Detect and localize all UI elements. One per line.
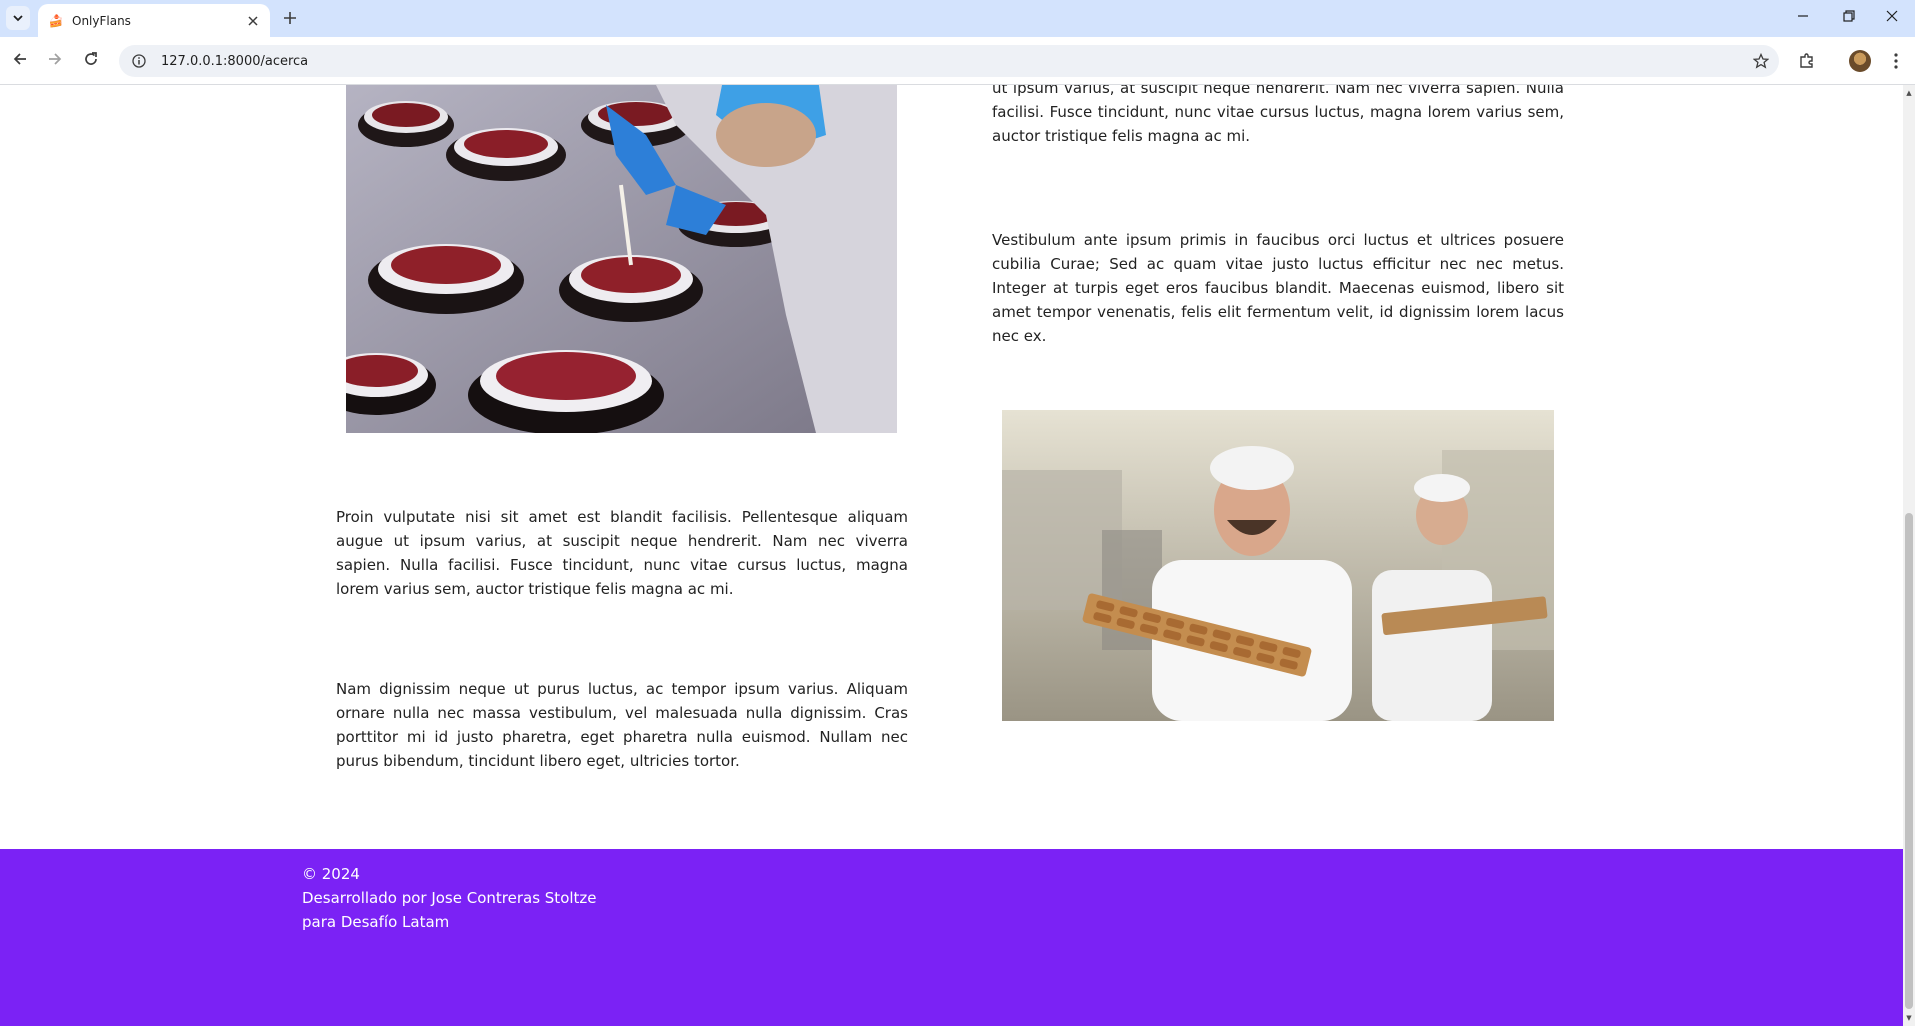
tab-title: OnlyFlans bbox=[72, 13, 131, 28]
footer-copyright: © 2024 bbox=[302, 865, 360, 883]
restore-button[interactable] bbox=[1826, 0, 1872, 36]
puzzle-icon[interactable] bbox=[1795, 49, 1819, 73]
scroll-up-icon[interactable]: ▲ bbox=[1903, 87, 1915, 99]
minimize-icon bbox=[1797, 10, 1809, 26]
browser-toolbar: 127.0.0.1:8000/acerca bbox=[0, 37, 1915, 85]
footer-developer: Desarrollado por Jose Contreras Stoltze bbox=[302, 889, 597, 907]
close-window-button[interactable] bbox=[1869, 0, 1915, 36]
reload-button[interactable] bbox=[77, 47, 105, 75]
close-icon bbox=[1886, 10, 1898, 26]
minimize-button[interactable] bbox=[1780, 0, 1826, 36]
cake-icon: 🍰 bbox=[48, 13, 64, 28]
scroll-thumb[interactable] bbox=[1905, 513, 1913, 1009]
footer-org: para Desafío Latam bbox=[302, 913, 450, 931]
forward-button[interactable] bbox=[41, 47, 69, 75]
arrow-left-icon bbox=[12, 51, 28, 71]
info-icon[interactable] bbox=[131, 53, 147, 69]
back-button[interactable] bbox=[6, 47, 34, 75]
tab-strip: 🍰 OnlyFlans bbox=[0, 0, 1915, 37]
restore-icon bbox=[1843, 10, 1855, 26]
site-footer: © 2024 Desarrollado por Jose Contreras S… bbox=[0, 849, 1903, 1026]
tab-onlyflans[interactable]: 🍰 OnlyFlans bbox=[38, 4, 270, 37]
address-bar[interactable]: 127.0.0.1:8000/acerca bbox=[119, 45, 1779, 77]
bakers-image bbox=[1002, 410, 1554, 721]
url-text[interactable]: 127.0.0.1:8000/acerca bbox=[161, 54, 1779, 69]
more-vertical-icon[interactable] bbox=[1886, 50, 1906, 72]
page-viewport: ut ipsum varius, at suscipit neque hendr… bbox=[0, 85, 1903, 1026]
chevron-down-icon bbox=[12, 9, 24, 28]
paragraph-left-2: Nam dignissim neque ut purus luctus, ac … bbox=[336, 680, 908, 770]
page-scrollbar[interactable]: ▲ ▼ bbox=[1903, 85, 1915, 1026]
profile-avatar[interactable] bbox=[1849, 50, 1871, 72]
star-icon[interactable] bbox=[1751, 51, 1771, 71]
arrow-right-icon bbox=[47, 51, 63, 71]
new-tab-button[interactable] bbox=[279, 7, 301, 29]
cake-decorating-image bbox=[346, 85, 897, 433]
paragraph-top-right: ut ipsum varius, at suscipit neque hendr… bbox=[992, 85, 1564, 145]
reload-icon bbox=[83, 51, 99, 71]
close-icon[interactable] bbox=[244, 12, 262, 30]
plus-icon bbox=[283, 6, 297, 30]
paragraph-right-2: Vestibulum ante ipsum primis in faucibus… bbox=[992, 231, 1564, 345]
scroll-down-icon[interactable]: ▼ bbox=[1903, 1012, 1915, 1024]
tab-search-button[interactable] bbox=[6, 6, 30, 30]
paragraph-left-1: Proin vulputate nisi sit amet est blandi… bbox=[336, 508, 908, 598]
